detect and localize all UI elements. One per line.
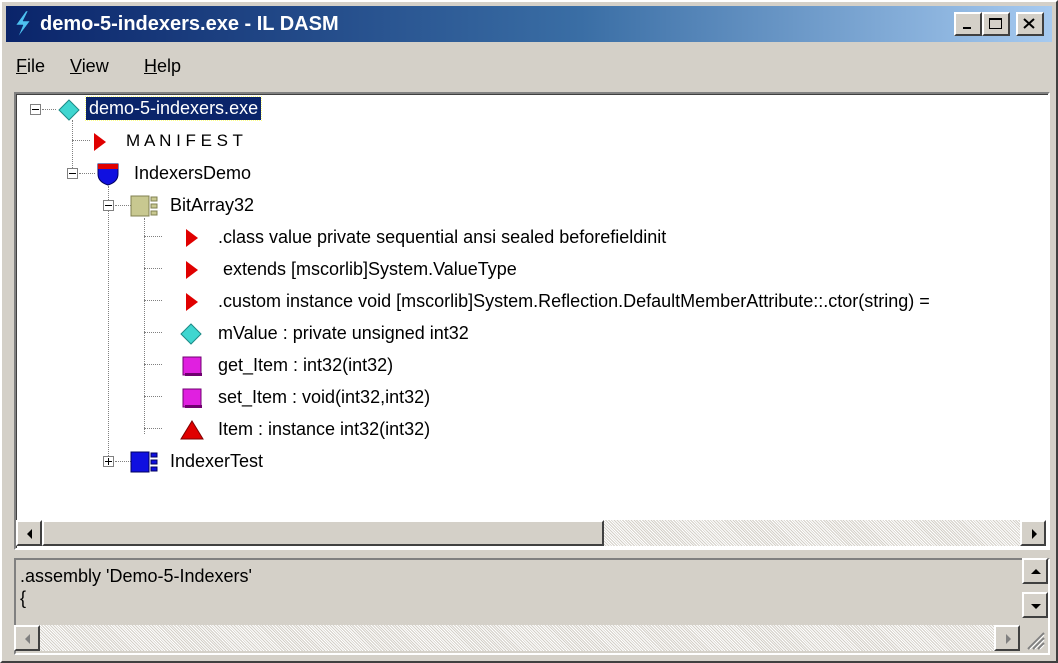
menu-help[interactable]: Help — [144, 56, 181, 77]
method-square-icon — [182, 388, 202, 408]
tree-label-item: .class value private sequential ansi sea… — [218, 227, 667, 247]
flash-icon — [15, 10, 31, 38]
title-bar[interactable]: demo-5-indexers.exe - IL DASM — [6, 6, 1052, 42]
tree-label-item: get_Item : int32(int32) — [218, 355, 394, 375]
minimize-icon — [963, 27, 971, 29]
directive-arrow-icon — [186, 293, 198, 311]
expand-icon[interactable] — [103, 456, 114, 467]
tree-label-class-indexertest: IndexerTest — [170, 451, 264, 471]
maximize-button[interactable] — [982, 12, 1010, 36]
manifest-arrow-icon — [94, 133, 106, 151]
arrow-right-icon — [1006, 634, 1011, 644]
size-grip-icon[interactable] — [1022, 627, 1046, 651]
scroll-up-button[interactable] — [1022, 558, 1048, 584]
tree-label-item: .custom instance void [mscorlib]System.R… — [218, 291, 930, 311]
menu-view[interactable]: View — [70, 56, 109, 77]
assembly-diamond-icon — [58, 99, 80, 121]
collapse-icon[interactable] — [103, 200, 114, 211]
scroll-thumb[interactable] — [42, 520, 604, 546]
window-title: demo-5-indexers.exe - IL DASM — [40, 13, 339, 35]
class-valuetype-icon — [130, 195, 158, 217]
tree-label-item: extends [mscorlib]System.ValueType — [218, 259, 517, 279]
property-triangle-icon — [180, 420, 204, 440]
collapse-icon[interactable] — [67, 168, 78, 179]
scroll-down-button[interactable] — [1022, 592, 1048, 618]
close-icon — [1023, 18, 1035, 29]
tree-label-manifest: M A N I F E S T — [126, 131, 243, 150]
field-diamond-icon — [180, 323, 202, 345]
tree-label-item: mValue : private unsigned int32 — [218, 323, 469, 343]
arrow-right-icon — [1032, 529, 1037, 539]
method-square-icon — [182, 356, 202, 376]
arrow-up-icon — [1031, 569, 1041, 574]
directive-arrow-icon — [186, 261, 198, 279]
scroll-left-button[interactable] — [16, 520, 42, 546]
text-pane[interactable]: .assembly 'Demo-5-Indexers' { — [14, 558, 1050, 655]
namespace-shield-icon — [97, 163, 119, 186]
scroll-right-button-disabled[interactable] — [994, 625, 1020, 651]
collapse-icon[interactable] — [30, 104, 41, 115]
tree-label-class-bitarray: BitArray32 — [170, 195, 255, 215]
maximize-icon — [989, 18, 1002, 29]
tree-label-root: demo-5-indexers.exe — [84, 96, 263, 121]
arrow-left-icon — [25, 634, 30, 644]
tree-label-item: set_Item : void(int32,int32) — [218, 387, 431, 407]
text-line: .assembly 'Demo-5-Indexers' — [20, 566, 252, 586]
minimize-button[interactable] — [954, 12, 982, 36]
tree-label-namespace: IndexersDemo — [134, 163, 252, 183]
scroll-track[interactable] — [40, 625, 994, 651]
text-line: { — [20, 588, 27, 608]
scroll-right-button[interactable] — [1020, 520, 1046, 546]
scroll-track[interactable] — [604, 520, 1020, 546]
close-button[interactable] — [1016, 12, 1044, 36]
menu-file[interactable]: File — [16, 56, 45, 77]
arrow-left-icon — [27, 529, 32, 539]
tree-view[interactable]: demo-5-indexers.exe M A N I F E S T Inde… — [14, 92, 1050, 550]
class-icon — [130, 451, 158, 473]
directive-arrow-icon — [186, 229, 198, 247]
arrow-down-icon — [1031, 604, 1041, 609]
scroll-left-button-disabled[interactable] — [14, 625, 40, 651]
tree-horizontal-scrollbar[interactable] — [16, 520, 1046, 546]
ildasm-window: demo-5-indexers.exe - IL DASM File View … — [0, 0, 1058, 663]
tree-label-item: Item : instance int32(int32) — [218, 419, 431, 439]
